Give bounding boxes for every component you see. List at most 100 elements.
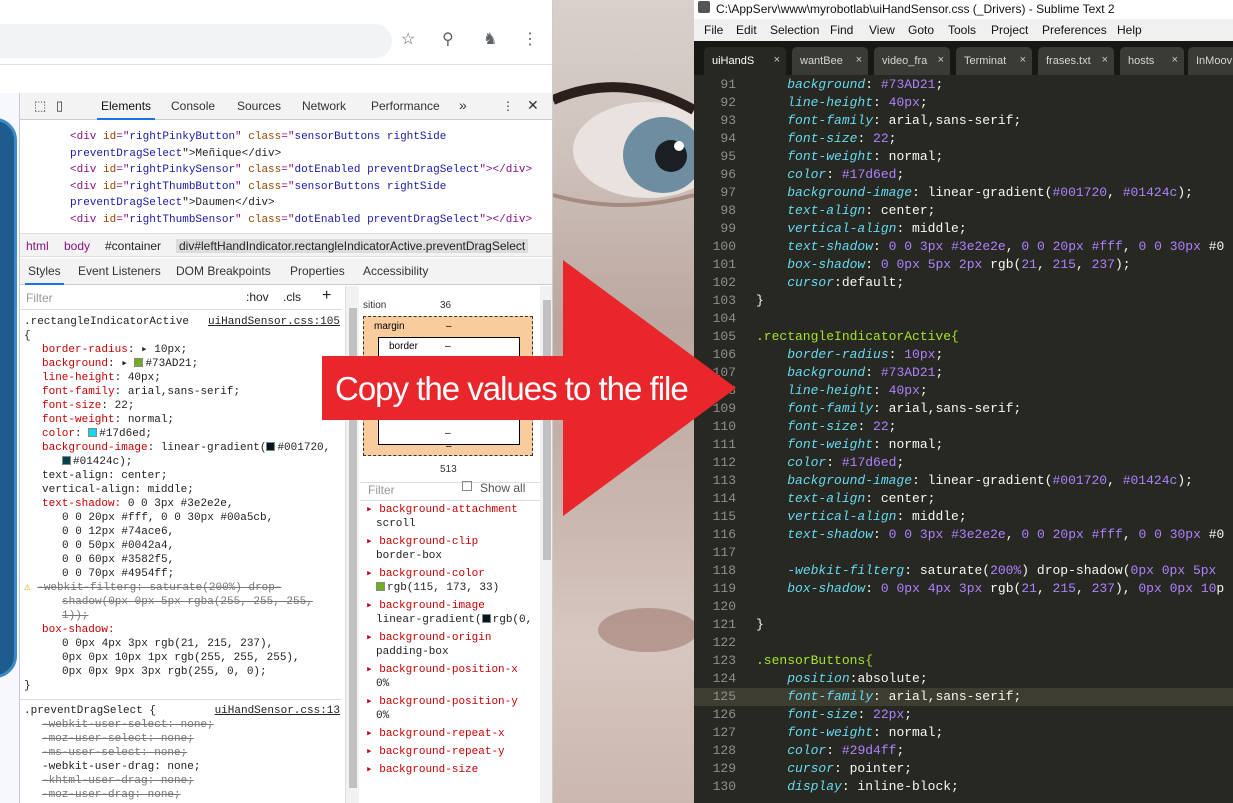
- tab-frases[interactable]: frases.txt ×: [1038, 47, 1114, 75]
- tab-sources[interactable]: Sources: [237, 99, 281, 113]
- menu-dots-icon[interactable]: ⋮: [522, 31, 538, 49]
- tab-styles[interactable]: Styles: [25, 264, 64, 285]
- code-line[interactable]: 105 .rectangleIndicatorActive{: [694, 328, 1233, 346]
- tab-uihandsensor[interactable]: uiHandS ×: [704, 47, 786, 75]
- code-line[interactable]: 101 box-shadow: 0 0px 5px 2px rgb(21, 21…: [694, 256, 1233, 274]
- crumb-container[interactable]: #container: [105, 239, 161, 253]
- close-icon[interactable]: ×: [938, 54, 944, 66]
- tab-performance[interactable]: Performance: [371, 99, 440, 113]
- css-decl[interactable]: text-align: center;: [20, 469, 342, 483]
- menu-selection[interactable]: Selection: [770, 23, 819, 37]
- css-decl[interactable]: -khtml-user-drag: none;: [20, 774, 342, 788]
- crumb-html[interactable]: html: [26, 239, 49, 253]
- star-icon[interactable]: ☆: [401, 31, 415, 49]
- code-line[interactable]: 103}: [694, 292, 1233, 310]
- code-line[interactable]: 109 font-family: arial,sans-serif;: [694, 400, 1233, 418]
- code-line[interactable]: 108 line-height: 40px;: [694, 382, 1233, 400]
- css-decl[interactable]: text-shadow: 0 0 3px #3e2e2e,: [20, 497, 342, 511]
- code-line[interactable]: 125 font-family: arial,sans-serif;: [694, 688, 1233, 706]
- css-decl[interactable]: -webkit-user-select: none;: [20, 718, 342, 732]
- computed-item[interactable]: ▸ background-repeat-x: [360, 727, 540, 741]
- dom-line[interactable]: <div id="rightThumbButton" class="sensor…: [20, 179, 552, 196]
- tab-inmoov[interactable]: InMoov: [1188, 47, 1233, 75]
- computed-item[interactable]: ▸ background-position-x 0%: [360, 663, 540, 691]
- extension-icon[interactable]: ⚲: [442, 31, 454, 49]
- hov-button[interactable]: :hov: [246, 290, 269, 304]
- close-icon[interactable]: ×: [1102, 54, 1108, 66]
- color-swatch[interactable]: [62, 456, 71, 465]
- color-swatch[interactable]: [134, 358, 144, 367]
- code-line[interactable]: 107 background: #73AD21;: [694, 364, 1233, 382]
- computed-item[interactable]: ▸ background-size: [360, 763, 540, 777]
- styles-filter-input[interactable]: Filter: [26, 291, 53, 305]
- dom-line[interactable]: <div id="rightPinkySensor" class="dotEna…: [20, 162, 552, 179]
- tab-video[interactable]: video_fra ×: [874, 47, 950, 75]
- close-icon[interactable]: ✕: [527, 97, 539, 114]
- code-line[interactable]: 102 cursor:default;: [694, 274, 1233, 292]
- css-decl[interactable]: -webkit-user-drag: none;: [20, 760, 342, 774]
- css-decl[interactable]: background-image: linear-gradient(#00172…: [20, 441, 342, 455]
- menu-help[interactable]: Help: [1117, 23, 1142, 37]
- menu-file[interactable]: File: [704, 23, 723, 37]
- code-line[interactable]: 111 font-weight: normal;: [694, 436, 1233, 454]
- tab-network[interactable]: Network: [302, 99, 346, 113]
- dom-line[interactable]: <div id="rightPinkyButton" class="sensor…: [20, 129, 552, 146]
- code-line[interactable]: 112 color: #17d6ed;: [694, 454, 1233, 472]
- css-decl-invalid[interactable]: ⚠ -webkit-filterg: saturate(200%) drop-: [20, 581, 342, 595]
- address-bar[interactable]: [0, 24, 392, 58]
- code-line[interactable]: 110 font-size: 22;: [694, 418, 1233, 436]
- dom-line[interactable]: preventDragSelect">Meñique</div>: [20, 146, 552, 163]
- code-line[interactable]: 115 vertical-align: middle;: [694, 508, 1233, 526]
- code-line[interactable]: 104: [694, 310, 1233, 328]
- profile-icon[interactable]: ♞: [483, 31, 497, 49]
- menu-edit[interactable]: Edit: [736, 23, 757, 37]
- css-decl[interactable]: -moz-user-select: none;: [20, 732, 342, 746]
- css-decl[interactable]: font-family: arial,sans-serif;: [20, 385, 342, 399]
- menu-preferences[interactable]: Preferences: [1042, 23, 1107, 37]
- code-line[interactable]: 100 text-shadow: 0 0 3px #3e2e2e, 0 0 20…: [694, 238, 1233, 256]
- css-decl[interactable]: background: ▸ #73AD21;: [20, 357, 342, 371]
- rule2-source-link[interactable]: uiHandSensor.css:13: [215, 704, 340, 718]
- tab-console[interactable]: Console: [171, 99, 215, 113]
- code-line[interactable]: 117: [694, 544, 1233, 562]
- color-swatch[interactable]: [266, 442, 276, 451]
- dom-line[interactable]: <div id="rightThumbSensor" class="dotEna…: [20, 212, 552, 229]
- more-tabs-button[interactable]: »: [459, 97, 467, 113]
- menu-goto[interactable]: Goto: [908, 23, 934, 37]
- tab-terminal[interactable]: Terminat ×: [956, 47, 1032, 75]
- code-line[interactable]: 91 background: #73AD21;: [694, 76, 1233, 94]
- code-line[interactable]: 106 border-radius: 10px;: [694, 346, 1233, 364]
- code-line[interactable]: 95 font-weight: normal;: [694, 148, 1233, 166]
- tab-wantbee[interactable]: wantBee ×: [792, 47, 868, 75]
- tab-elements[interactable]: Elements: [96, 99, 156, 120]
- tab-hosts[interactable]: hosts ×: [1120, 47, 1184, 75]
- devtools-menu-icon[interactable]: ⋮: [502, 99, 514, 113]
- code-line[interactable]: 116 text-shadow: 0 0 3px #3e2e2e, 0 0 20…: [694, 526, 1233, 544]
- inspect-icon[interactable]: ⬚: [34, 98, 46, 114]
- code-line[interactable]: 122: [694, 634, 1233, 652]
- css-decl[interactable]: border-radius: ▸ 10px;: [20, 343, 342, 357]
- code-line[interactable]: 119 box-shadow: 0 0px 4px 3px rgb(21, 21…: [694, 580, 1233, 598]
- css-decl[interactable]: line-height: 40px;: [20, 371, 342, 385]
- computed-item[interactable]: ▸ background-clip border-box: [360, 535, 540, 563]
- crumb-selected[interactable]: div#leftHandIndicator.rectangleIndicator…: [176, 239, 529, 253]
- code-line[interactable]: 113 background-image: linear-gradient(#0…: [694, 472, 1233, 490]
- css-decl[interactable]: font-weight: normal;: [20, 413, 342, 427]
- computed-item[interactable]: ▸ background-image linear-gradient(rgb(0,: [360, 599, 540, 627]
- code-line[interactable]: 130 display: inline-block;: [694, 778, 1233, 796]
- menu-view[interactable]: View: [869, 23, 895, 37]
- code-line[interactable]: 114 text-align: center;: [694, 490, 1233, 508]
- close-icon[interactable]: ×: [856, 54, 862, 66]
- menu-project[interactable]: Project: [991, 23, 1028, 37]
- code-line[interactable]: 98 text-align: center;: [694, 202, 1233, 220]
- code-line[interactable]: 94 font-size: 22;: [694, 130, 1233, 148]
- computed-item[interactable]: ▸ background-origin padding-box: [360, 631, 540, 659]
- code-line[interactable]: 93 font-family: arial,sans-serif;: [694, 112, 1233, 130]
- tab-dom-breakpoints[interactable]: DOM Breakpoints: [176, 264, 271, 278]
- close-icon[interactable]: ×: [774, 54, 780, 66]
- menu-tools[interactable]: Tools: [948, 23, 976, 37]
- css-decl[interactable]: box-shadow:: [20, 623, 342, 637]
- cls-button[interactable]: .cls: [283, 290, 301, 304]
- dom-line[interactable]: preventDragSelect">Daumen</div>: [20, 195, 552, 212]
- code-line[interactable]: 126 font-size: 22px;: [694, 706, 1233, 724]
